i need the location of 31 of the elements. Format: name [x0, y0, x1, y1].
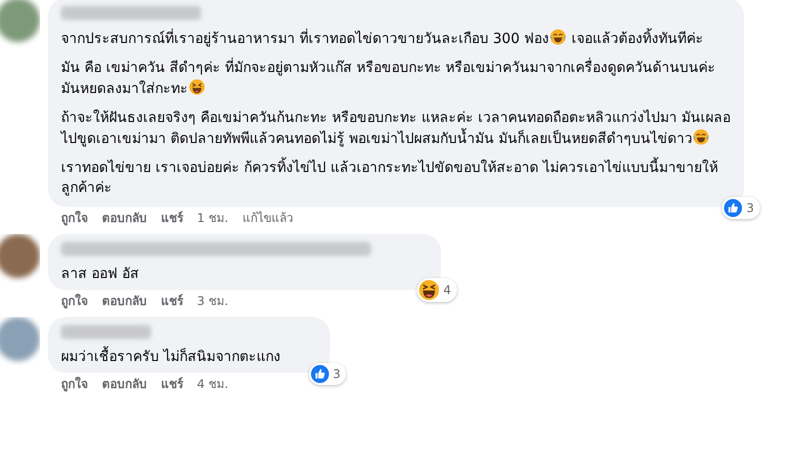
comment-text: มัน คือ เขม่าควัน สีดำๆค่ะ ที่มักจะอยู่ตามหัวแก๊ส หรือขอบกะทะ หรือเขม่าควันมาจากเครื่องดูดควันด้านบนค่ะ มันหยดลงมาใส่กะทะ	[61, 58, 731, 99]
avatar[interactable]	[0, 0, 40, 42]
comment-text: จากประสบการณ์ที่เราอยู่ร้านอาหารมา ที่เราทอดไข่ดาวขายวันละเกือบ 300 ฟอง เจอแล้วต้องทิ้งทันทีค่ะ	[61, 28, 731, 49]
tears-of-joy-emoji-icon	[692, 128, 710, 146]
action-link[interactable]: ตอบกลับ	[102, 377, 147, 392]
reaction-count[interactable]: 4	[417, 278, 457, 302]
action-link[interactable]: ถูกใจ	[61, 211, 88, 226]
comment-text: ลาส ออฟ อัส	[61, 265, 140, 284]
timestamp-link[interactable]: 1 ชม.	[197, 211, 228, 226]
comment-text: เราทอดไข่ขาย เราเจอบ่อยค่ะ ก้ควรทิ้งไข่ไป แล้วเอากระทะไปขัดขอบให้สะอาด ไม่ควรเอาไข่แบบนี้มาขายให้ลูกค้าค่ะ	[61, 158, 731, 198]
action-link[interactable]: ตอบกลับ	[102, 294, 147, 309]
thumbs-up-icon	[724, 199, 742, 217]
laughing-face-icon	[419, 280, 440, 300]
reaction-count[interactable]: 3	[722, 197, 760, 219]
edited-label: แก้ไขแล้ว	[242, 211, 294, 226]
action-link[interactable]: แชร์	[161, 377, 183, 392]
action-link[interactable]: แชร์	[161, 294, 183, 309]
reaction-count[interactable]: 3	[308, 363, 346, 385]
action-link[interactable]: ตอบกลับ	[102, 211, 147, 226]
avatar[interactable]	[0, 317, 40, 361]
tears-of-joy-emoji-icon	[549, 28, 568, 46]
grinning-squint-emoji-icon	[188, 78, 206, 96]
action-link[interactable]: แชร์	[161, 211, 183, 226]
comment-text: ถ้าจะให้ฝันธงเลยจริงๆ คือเขม่าควันก้นกะทะ หรือขอบกะทะ แหละค่ะ เวลาคนทอดถือตะหลิวแกว่งไปมา มันเผลอไปขูดเอาเขม่ามา ติดปลายทัพพีแล้วคนทอดไม่รู้ พอเขม่าไปผสมกับน้ำมัน มันก็เลยเป็นหยดสีดำๆบนไข่ดาว	[61, 108, 731, 149]
thumbs-up-icon	[310, 365, 329, 383]
timestamp-link[interactable]: 4 ชม.	[197, 377, 228, 392]
comment-text: ผมว่าเชื้อราครับ ไม่ก็สนิมจากตะแกง	[61, 347, 280, 367]
avatar[interactable]	[0, 234, 40, 278]
timestamp-link[interactable]: 3 ชม.	[197, 294, 228, 309]
action-link[interactable]: ถูกใจ	[61, 294, 88, 309]
action-link[interactable]: ถูกใจ	[61, 377, 88, 392]
